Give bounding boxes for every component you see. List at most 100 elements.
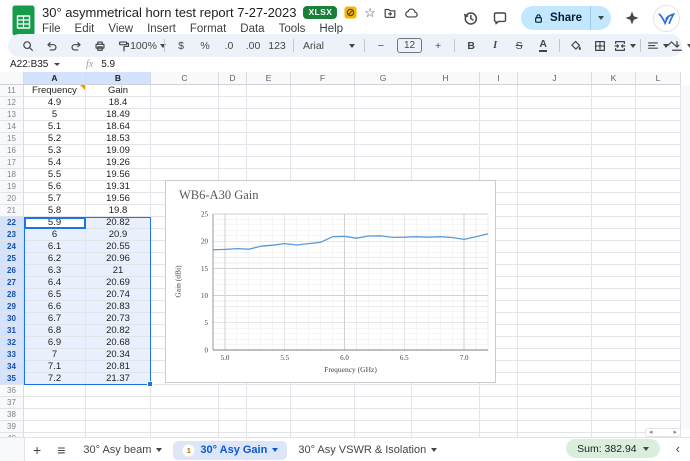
cell-K22[interactable] <box>592 217 636 229</box>
embedded-chart[interactable]: 5.05.56.06.57.00510152025 WB6-A30 Gain F… <box>165 180 496 383</box>
cell-F38[interactable] <box>291 409 355 421</box>
all-sheets-button[interactable]: ≡ <box>49 442 73 458</box>
cell-A26[interactable]: 6.3 <box>24 265 86 277</box>
row-header-22[interactable]: 22 <box>0 217 24 229</box>
font-family-select[interactable]: Arial <box>298 36 360 56</box>
row-header-13[interactable]: 13 <box>0 109 24 121</box>
cell-K33[interactable] <box>592 349 636 361</box>
cell-E36[interactable] <box>247 385 291 397</box>
gemini-sparkle-icon[interactable] <box>624 10 640 26</box>
menu-tools[interactable]: Tools <box>279 23 306 35</box>
cell-K20[interactable] <box>592 193 636 205</box>
cell-L27[interactable] <box>636 277 681 289</box>
cell-H17[interactable] <box>412 157 480 169</box>
cell-K24[interactable] <box>592 241 636 253</box>
zoom-control[interactable]: 100% <box>136 36 160 56</box>
cell-A29[interactable]: 6.6 <box>24 301 86 313</box>
cell-K30[interactable] <box>592 313 636 325</box>
cell-G15[interactable] <box>355 133 412 145</box>
cell-H38[interactable] <box>412 409 480 421</box>
move-folder-icon[interactable] <box>383 6 397 20</box>
cell-D13[interactable] <box>219 109 247 121</box>
cell-J36[interactable] <box>518 385 592 397</box>
cell-F11[interactable] <box>291 85 355 97</box>
row-header-38[interactable]: 38 <box>0 409 24 421</box>
cell-G37[interactable] <box>355 397 412 409</box>
grid-corner[interactable] <box>0 72 24 85</box>
cell-F12[interactable] <box>291 97 355 109</box>
cell-I38[interactable] <box>480 409 518 421</box>
cell-L21[interactable] <box>636 205 681 217</box>
decrease-font-size-button[interactable]: − <box>369 36 393 56</box>
col-header-J[interactable]: J <box>518 72 592 85</box>
cell-L24[interactable] <box>636 241 681 253</box>
format-percent-button[interactable]: % <box>193 36 217 56</box>
cell-B28[interactable]: 20.74 <box>86 289 151 301</box>
document-title[interactable]: 30° asymmetrical horn test report 7-27-2… <box>42 5 296 20</box>
cell-B24[interactable]: 20.55 <box>86 241 151 253</box>
cell-K39[interactable] <box>592 421 636 433</box>
cell-B38[interactable] <box>86 409 151 421</box>
cell-K16[interactable] <box>592 145 636 157</box>
cell-F39[interactable] <box>291 421 355 433</box>
cell-L35[interactable] <box>636 373 681 385</box>
cell-L36[interactable] <box>636 385 681 397</box>
cell-A24[interactable]: 6.1 <box>24 241 86 253</box>
sheet-tab-asy-gain[interactable]: 1 30° Asy Gain <box>173 441 287 460</box>
cell-F36[interactable] <box>291 385 355 397</box>
row-header-31[interactable]: 31 <box>0 325 24 337</box>
cell-B34[interactable]: 20.81 <box>86 361 151 373</box>
collapse-panel-icon[interactable]: ‹ <box>676 441 680 456</box>
cell-J32[interactable] <box>518 337 592 349</box>
cell-L11[interactable] <box>636 85 681 97</box>
cell-K23[interactable] <box>592 229 636 241</box>
bold-button[interactable]: B <box>459 36 483 56</box>
cell-B13[interactable]: 18.49 <box>86 109 151 121</box>
sheets-logo-icon[interactable] <box>11 5 36 36</box>
cell-K32[interactable] <box>592 337 636 349</box>
cell-I37[interactable] <box>480 397 518 409</box>
vertical-scrollbar[interactable] <box>680 85 690 429</box>
menu-edit[interactable]: Edit <box>75 23 95 35</box>
cell-K31[interactable] <box>592 325 636 337</box>
spreadsheet-grid[interactable]: 11FrequencyGain124.918.413518.49145.118.… <box>0 85 690 437</box>
cell-A28[interactable]: 6.5 <box>24 289 86 301</box>
fill-color-icon[interactable] <box>564 36 588 56</box>
cell-E17[interactable] <box>247 157 291 169</box>
cell-B30[interactable]: 20.73 <box>86 313 151 325</box>
cell-A38[interactable] <box>24 409 86 421</box>
cell-L23[interactable] <box>636 229 681 241</box>
cell-K38[interactable] <box>592 409 636 421</box>
cell-C13[interactable] <box>151 109 219 121</box>
user-avatar[interactable] <box>653 5 680 32</box>
cell-A11[interactable]: Frequency <box>24 85 86 97</box>
row-header-19[interactable]: 19 <box>0 181 24 193</box>
number-format-button[interactable]: 123 <box>265 36 289 56</box>
cell-A23[interactable]: 6 <box>24 229 86 241</box>
cell-A32[interactable]: 6.9 <box>24 337 86 349</box>
cell-L20[interactable] <box>636 193 681 205</box>
cell-J38[interactable] <box>518 409 592 421</box>
cell-K35[interactable] <box>592 373 636 385</box>
menu-help[interactable]: Help <box>319 23 343 35</box>
menu-format[interactable]: Format <box>190 23 226 35</box>
cell-L26[interactable] <box>636 265 681 277</box>
name-box[interactable]: A22:B35 <box>0 59 72 70</box>
cell-H16[interactable] <box>412 145 480 157</box>
text-color-button[interactable]: A <box>531 36 555 56</box>
borders-icon[interactable] <box>588 36 612 56</box>
cell-A39[interactable] <box>24 421 86 433</box>
cell-A14[interactable]: 5.1 <box>24 121 86 133</box>
cell-K14[interactable] <box>592 121 636 133</box>
cell-C38[interactable] <box>151 409 219 421</box>
row-header-36[interactable]: 36 <box>0 385 24 397</box>
cell-E37[interactable] <box>247 397 291 409</box>
cell-F15[interactable] <box>291 133 355 145</box>
font-size-input[interactable]: 12 <box>397 38 422 53</box>
row-header-35[interactable]: 35 <box>0 373 24 385</box>
increase-font-size-button[interactable]: + <box>426 36 450 56</box>
cell-B39[interactable] <box>86 421 151 433</box>
formula-input[interactable]: 5.9 <box>101 59 115 70</box>
row-header-14[interactable]: 14 <box>0 121 24 133</box>
increase-decimal-button[interactable]: .00 <box>241 36 265 56</box>
